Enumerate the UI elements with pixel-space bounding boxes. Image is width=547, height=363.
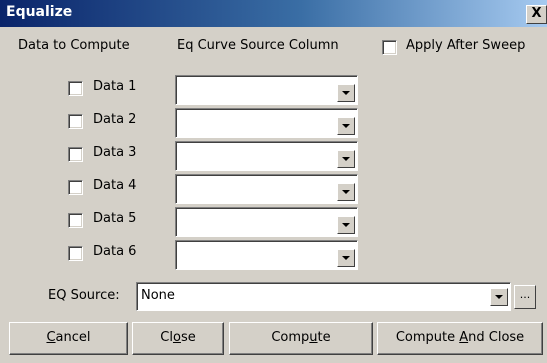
data-5-checkbox[interactable] (68, 213, 83, 228)
close-label-post: se (180, 330, 196, 345)
data-2-dropdown-button[interactable] (337, 117, 355, 135)
eq-source-value: None (141, 288, 175, 303)
data-6-source-combo[interactable] (175, 240, 358, 270)
data-1-checkbox[interactable] (68, 81, 83, 96)
close-button[interactable]: Close (132, 322, 224, 355)
data-1-dropdown-button[interactable] (337, 84, 355, 102)
cancel-button[interactable]: Cancel (9, 322, 128, 355)
cancel-label-mnemonic: C (46, 330, 56, 345)
source-column-header: Eq Curve Source Column (177, 38, 339, 53)
data-4-checkbox[interactable] (68, 180, 83, 195)
window-title: Equalize (6, 4, 73, 20)
data-5-label: Data 5 (93, 211, 137, 226)
cancel-label-post: ancel (55, 330, 91, 345)
apply-after-sweep-label: Apply After Sweep (406, 38, 526, 53)
data-4-dropdown-button[interactable] (337, 183, 355, 201)
data-1-label: Data 1 (93, 79, 137, 94)
data-5-dropdown-button[interactable] (337, 216, 355, 234)
data-2-label: Data 2 (93, 112, 137, 127)
compute-button[interactable]: Compute (229, 322, 373, 355)
data-6-checkbox[interactable] (68, 246, 83, 261)
title-bar: Equalize X (0, 0, 547, 27)
close-label-mnemonic: o (172, 330, 181, 345)
compute-label-mnemonic: u (309, 330, 318, 345)
data-2-checkbox[interactable] (68, 114, 83, 129)
data-3-dropdown-button[interactable] (337, 150, 355, 168)
data-6-label: Data 6 (93, 244, 137, 259)
eq-source-browse-button[interactable]: ... (514, 285, 536, 309)
data-2-source-combo[interactable] (175, 108, 358, 138)
data-3-source-combo[interactable] (175, 141, 358, 171)
data-to-compute-header: Data to Compute (18, 38, 130, 53)
data-6-dropdown-button[interactable] (337, 249, 355, 267)
compute-and-close-label-pre: Compute (395, 330, 460, 345)
compute-and-close-label-post: nd Close (468, 330, 525, 345)
compute-and-close-button[interactable]: Compute And Close (377, 322, 543, 355)
close-label-pre: Cl (160, 330, 173, 345)
data-1-source-combo[interactable] (175, 75, 358, 105)
data-3-label: Data 3 (93, 145, 137, 160)
eq-source-combo[interactable]: None (136, 282, 511, 311)
apply-after-sweep-checkbox[interactable] (382, 40, 397, 55)
data-3-checkbox[interactable] (68, 147, 83, 162)
data-4-source-combo[interactable] (175, 174, 358, 204)
compute-and-close-label-mnemonic: A (459, 330, 469, 345)
data-5-source-combo[interactable] (175, 207, 358, 237)
eq-source-label: EQ Source: (48, 288, 120, 303)
compute-label-post: te (317, 330, 331, 345)
data-4-label: Data 4 (93, 178, 137, 193)
compute-label-pre: Comp (271, 330, 310, 345)
close-window-button[interactable]: X (526, 5, 547, 24)
eq-source-dropdown-button[interactable] (490, 288, 508, 306)
